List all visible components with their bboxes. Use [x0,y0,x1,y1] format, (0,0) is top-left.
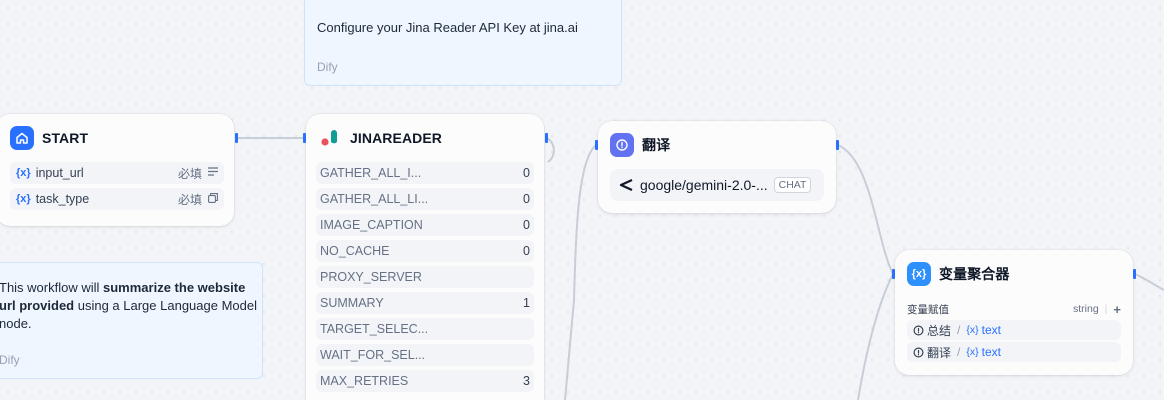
param-value: 0 [523,218,530,232]
param-key: GATHER_ALL_I... [320,166,422,180]
param-value: 3 [523,374,530,388]
divider: / [957,323,961,337]
param-row[interactable]: WAIT_FOR_SEL... [316,344,534,366]
edge-to-translate [564,144,597,400]
jinareader-node[interactable]: JINAREADER GATHER_ALL_I... 0 GATHER_ALL_LI… [306,114,544,400]
node-title: 变量聚合器 [939,266,1010,282]
required-label: 必填 [177,192,202,207]
param-row[interactable]: NO_CACHE 0 [316,240,534,262]
param-value: 1 [523,296,530,310]
required-label: 必填 [177,166,202,181]
note-text: Configure your Jina Reader API Key at ji… [317,20,578,35]
variable-ref: text [981,345,1001,359]
translate-output-handle[interactable] [836,140,839,150]
llm-icon [913,347,924,358]
param-key: WAIT_FOR_SEL... [320,348,426,362]
model-mode-badge: CHAT [773,177,812,193]
variable-x-icon: {x} [16,193,31,205]
param-row[interactable]: GATHER_ALL_LI... 0 [316,188,534,210]
node-title: JINAREADER [350,130,443,146]
param-row[interactable]: TARGET_SELEC... [316,318,534,340]
aggregator-header: 变量赋值 string | + [895,300,1133,318]
variable-x-icon: {x} [966,346,979,358]
note-author: Dify [317,60,338,74]
text-lines-icon [208,167,218,179]
divider: | [1104,303,1108,315]
home-icon [10,126,34,150]
param-key: PROXY_SERVER [320,270,422,284]
note-api-key[interactable]: Configure your Jina Reader API Key at ji… [304,0,622,86]
param-key: TARGET_SELEC... [320,322,429,336]
param-row[interactable]: GATHER_ALL_I... 0 [316,162,534,184]
divider: / [957,345,961,359]
node-header: START [0,114,234,162]
aggregator-input-handle[interactable] [892,269,895,279]
variable-aggregator-node[interactable]: {x} 变量聚合器 变量赋值 string | + 总结 / {x} text … [895,250,1133,375]
node-header: JINAREADER [306,114,544,162]
variable-x-icon: {x} [907,262,931,286]
param-row[interactable]: SUMMARY 1 [316,292,534,314]
edge-jina-out [546,137,555,163]
param-row[interactable]: IMAGE_CAPTION 0 [316,214,534,236]
variable-row[interactable]: {x} task_type 必填 [10,188,224,210]
param-value: 0 [523,192,530,206]
source-node-name: 翻译 [927,345,952,360]
param-value: 0 [523,166,530,180]
select-icon [208,192,218,206]
aggregator-label: 变量赋值 [907,303,949,316]
node-header: 翻译 [598,121,836,169]
param-row[interactable]: PROXY_SERVER [316,266,534,288]
jina-logo-icon [320,127,342,149]
node-title: 翻译 [642,137,671,153]
variable-name: input_url [35,166,84,180]
note-author: Dify [0,353,20,367]
source-node-name: 总结 [927,323,952,338]
output-type: string [1072,303,1099,315]
node-title: START [42,130,89,146]
variable-row[interactable]: {x} input_url 必填 [10,162,224,184]
param-value: 0 [523,244,530,258]
llm-icon [610,133,634,157]
start-node[interactable]: START {x} input_url 必填 {x} task_type 必填 [0,114,234,226]
variable-x-icon: {x} [16,167,31,179]
model-selector[interactable]: google/gemini-2.0-... CHAT [610,169,824,201]
note-text: This workflow will summarize the website… [0,279,261,333]
aggregator-output-handle[interactable] [1133,269,1136,279]
jina-output-handle[interactable] [545,133,548,143]
aggregator-variable-row[interactable]: 翻译 / {x} text [907,342,1121,362]
openrouter-icon [618,179,634,191]
param-list: GATHER_ALL_I... 0 GATHER_ALL_LI... 0 IMAGE_C… [306,162,544,392]
edge-to-agg-lower [857,273,894,400]
start-output-handle[interactable] [235,133,238,143]
param-row[interactable]: MAX_RETRIES 3 [316,370,534,392]
param-key: SUMMARY [320,296,384,310]
add-variable-button[interactable]: + [1113,302,1121,317]
note-workflow-description[interactable]: This workflow will summarize the website… [0,262,263,379]
param-key: MAX_RETRIES [320,374,409,388]
model-name: google/gemini-2.0-... [640,177,768,193]
param-key: NO_CACHE [320,244,390,258]
node-header: {x} 变量聚合器 [895,250,1133,298]
jina-input-handle[interactable] [303,133,306,143]
edge-translate-agg [837,144,894,275]
llm-icon [913,325,924,336]
note-text-part: This workflow will [0,280,104,295]
variable-ref: text [981,323,1001,337]
param-key: IMAGE_CAPTION [320,218,423,232]
edge-agg-out [1134,273,1164,291]
variable-name: task_type [35,192,90,206]
variable-x-icon: {x} [966,324,979,336]
translate-llm-node[interactable]: 翻译 google/gemini-2.0-... CHAT [598,121,836,213]
param-key: GATHER_ALL_LI... [320,192,429,206]
translate-input-handle[interactable] [595,140,598,150]
aggregator-variable-row[interactable]: 总结 / {x} text [907,320,1121,340]
